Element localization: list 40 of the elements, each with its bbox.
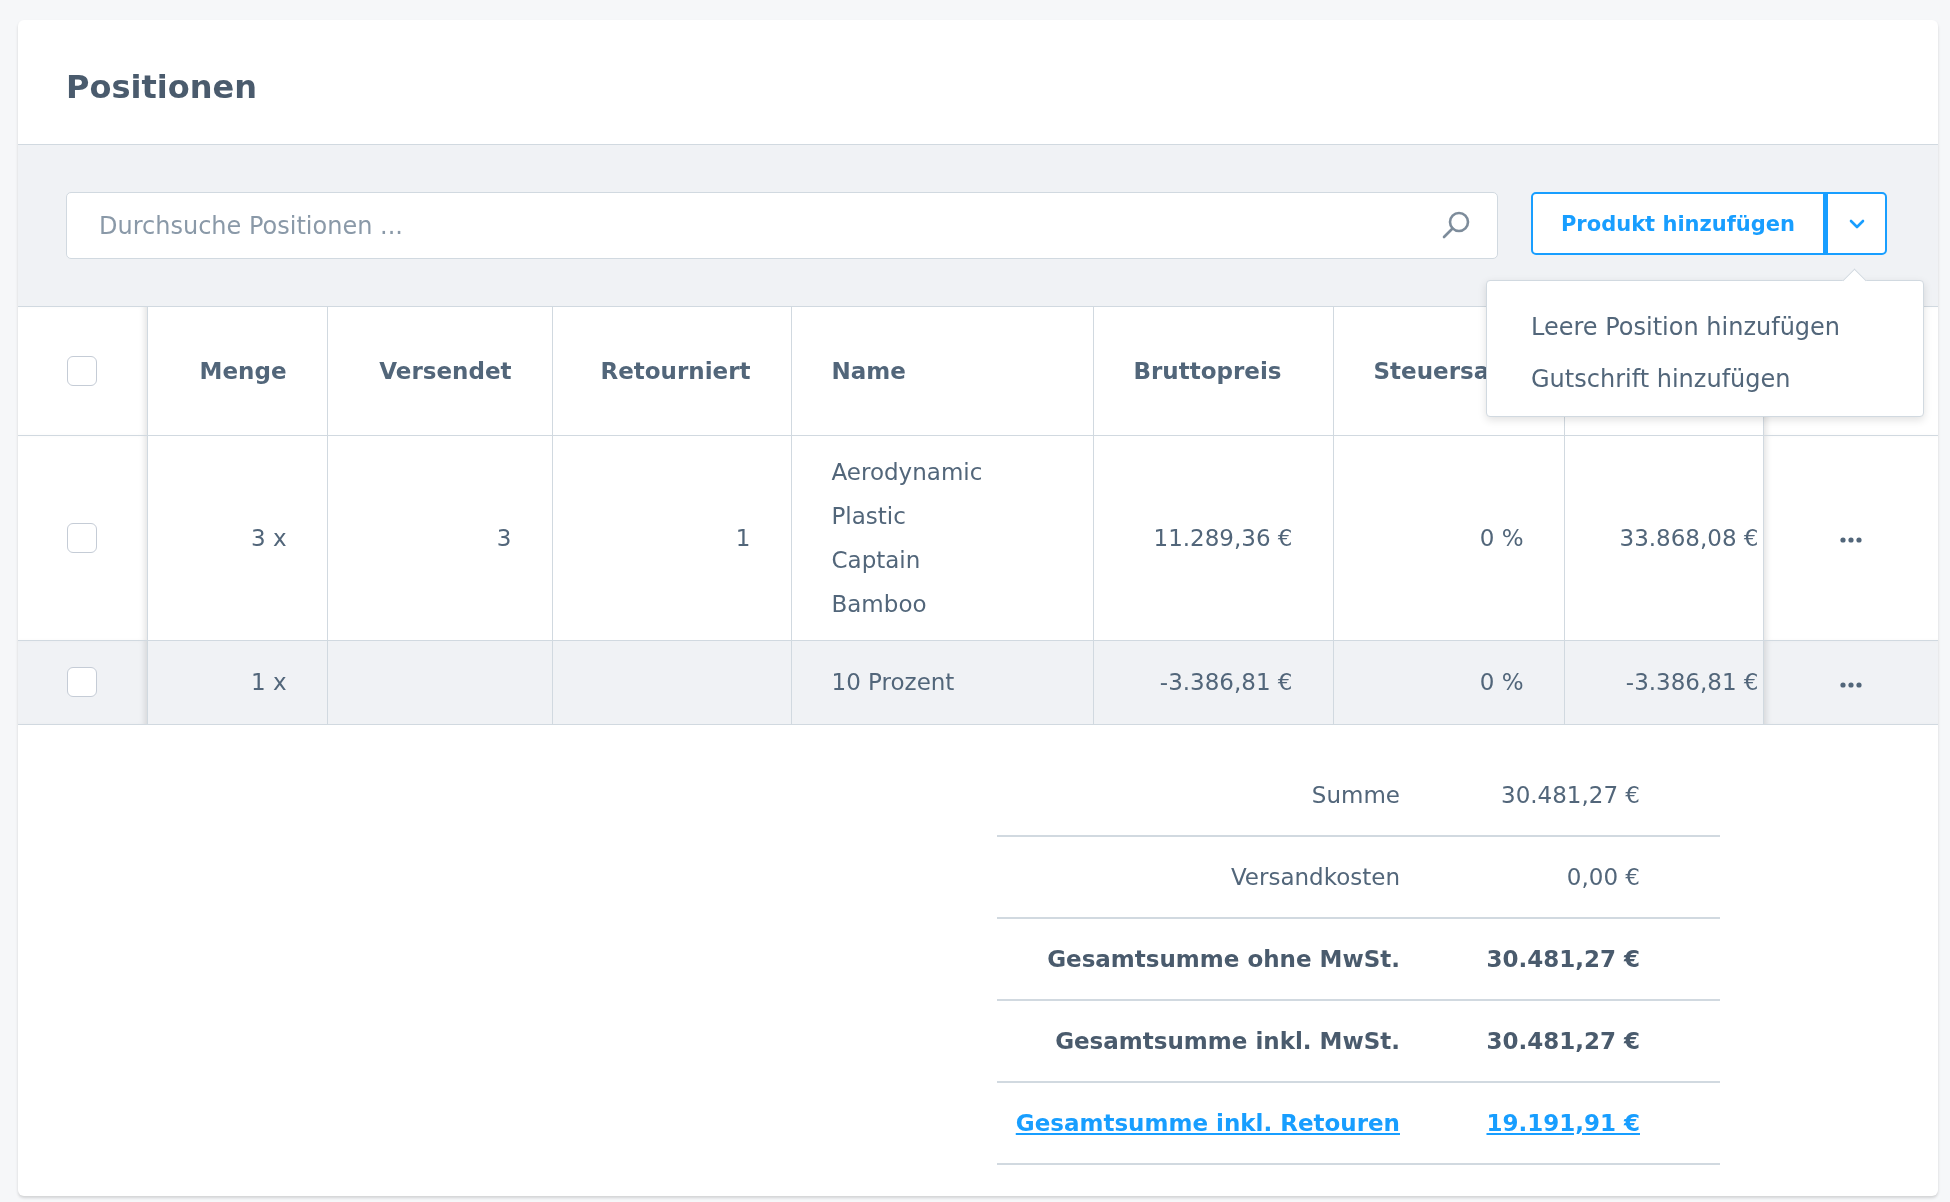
menu-item[interactable]: Leere Position hinzufügen	[1487, 301, 1923, 353]
table-cell-text: Aerodynamic Plastic Captain Bamboo	[831, 457, 982, 619]
table-cell: 0 %	[1479, 524, 1524, 551]
table-cell: 1	[735, 524, 751, 551]
search-field[interactable]: Durchsuche Positionen ...	[66, 192, 1498, 259]
column-header: Name	[791, 307, 1093, 435]
total-label: Gesamtsumme ohne MwSt.	[1046, 945, 1400, 972]
card-title: Positionen	[66, 68, 257, 106]
table-cell: 3 x	[250, 524, 287, 551]
column-header: Versendet	[327, 307, 552, 435]
table-cell: 33.868,08 €	[1619, 524, 1759, 551]
menu-toggle-button[interactable]	[1825, 192, 1887, 255]
add-product-button[interactable]: Produkt hinzufügen	[1531, 192, 1825, 255]
table-cell: -3.386,81 €	[1625, 669, 1759, 695]
total-link[interactable]: 19.191,91 €	[1400, 1109, 1640, 1136]
search-icon	[1440, 209, 1472, 241]
column-header: Bruttopreis	[1093, 307, 1333, 435]
menu-item[interactable]: Gutschrift hinzufügen	[1487, 353, 1923, 405]
total-label: Versandkosten	[1229, 863, 1400, 890]
more-icon[interactable]	[1839, 537, 1862, 543]
table-cell: -3.386,81 €	[1159, 669, 1293, 695]
table-cell: 11.289,36 €	[1153, 524, 1293, 551]
more-icon[interactable]	[1839, 681, 1862, 688]
total-value: 0,00 €	[1565, 863, 1640, 890]
row-checkbox[interactable]	[67, 667, 98, 697]
table-cell: 1 x	[250, 669, 287, 695]
row-checkbox[interactable]	[67, 522, 98, 553]
total-link[interactable]: Gesamtsumme inkl. Retouren	[997, 1109, 1400, 1136]
chevron-down-icon	[1848, 218, 1865, 229]
total-value: 30.481,27 €	[1485, 945, 1640, 972]
total-value: 30.481,27 €	[1500, 781, 1640, 808]
total-label: Summe	[1310, 781, 1400, 808]
select-all-checkbox[interactable]	[67, 355, 98, 386]
total-label: Gesamtsumme inkl. MwSt.	[1054, 1027, 1400, 1054]
table-cell: 0 %	[1479, 669, 1524, 695]
column-header: Menge	[147, 307, 327, 435]
total-value: 30.481,27 €	[1485, 1027, 1640, 1054]
column-header: Retourniert	[552, 307, 791, 435]
table-cell: 3	[496, 524, 512, 551]
table-cell-text: 10 Prozent	[831, 668, 955, 697]
